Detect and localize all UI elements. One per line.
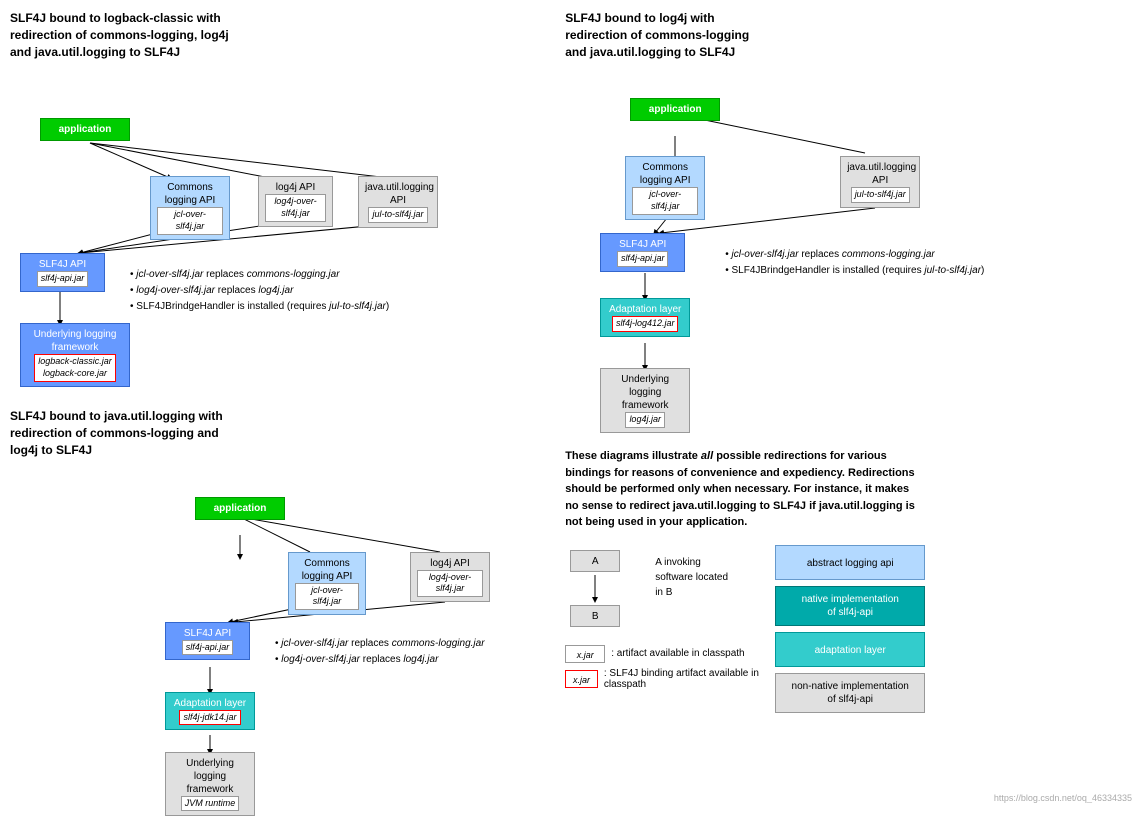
diagram3-section: SLF4J bound to java.util.logging withred… — [10, 408, 550, 766]
d2-application: application — [630, 98, 720, 121]
d3-adaptation: Adaptation layerslf4j-jdk14.jar — [165, 692, 255, 731]
d2-underlying: Underlyingloggingframeworklog4j.jar — [600, 368, 690, 433]
d1-logback-jars: logback-classic.jarlogback-core.jar — [34, 354, 116, 381]
jar-red-desc: : SLF4J binding artifact available in cl… — [604, 668, 765, 690]
d3-underlying: UnderlyingloggingframeworkJVM runtime — [165, 752, 255, 816]
d3-jvm-jar: JVM runtime — [181, 796, 240, 812]
d3-slf4j: SLF4J APIslf4j-api.jar — [165, 622, 250, 661]
d1-jcl-jar: jcl-over-slf4j.jar — [157, 207, 223, 234]
invoking-diagram: A B — [565, 545, 645, 635]
d1-log4j-jar: log4j-over-slf4j.jar — [265, 194, 326, 221]
d3-log4j-jar: log4j-over-slf4j.jar — [417, 570, 483, 597]
d3-slf4j-jar: slf4j-api.jar — [182, 640, 234, 656]
left-column: SLF4J bound to logback-classic withredir… — [10, 10, 560, 787]
diagram2-section: SLF4J bound to log4j withredirection of … — [565, 10, 1127, 428]
d3-application: application — [195, 497, 285, 520]
d2-jul: java.util.loggingAPIjul-to-slf4j.jar — [840, 156, 920, 208]
d2-log4j-jar: log4j.jar — [625, 412, 665, 428]
jar-legend: x.jar : artifact available in classpath … — [565, 645, 765, 690]
d1-log4j: log4j APIlog4j-over-slf4j.jar — [258, 176, 333, 226]
invoking-a-box: A — [570, 550, 620, 572]
d1-underlying: Underlying loggingframeworklogback-class… — [20, 323, 130, 386]
d1-jul: java.util.loggingAPIjul-to-slf4j.jar — [358, 176, 438, 228]
d1-slf4j-jar: slf4j-api.jar — [37, 271, 89, 287]
type-legend: abstract logging api native implementati… — [775, 545, 1127, 713]
jar-normal-desc: : artifact available in classpath — [611, 648, 744, 659]
page-container: SLF4J bound to logback-classic withredir… — [0, 0, 1137, 797]
d2-adaptation: Adaptation layerslf4j-log412.jar — [600, 298, 690, 337]
d2-slf4j-jar: slf4j-api.jar — [617, 251, 669, 267]
d1-bullets: jcl-over-slf4j.jar replaces commons-logg… — [130, 263, 440, 315]
d3-commons: Commonslogging APIjcl-over-slf4j.jar — [288, 552, 366, 615]
watermark: https://blog.csdn.net/oq_46334335 — [994, 793, 1132, 803]
legend-native: native implementationof slf4j-api — [775, 586, 925, 626]
jar-normal-box: x.jar — [565, 645, 605, 663]
legend-nonnative: non-native implementationof slf4j-api — [775, 673, 925, 713]
d2-bullets: jcl-over-slf4j.jar replaces commons-logg… — [725, 243, 1025, 279]
invoking-desc: A invokingsoftware locatedin B — [655, 545, 728, 600]
right-column: SLF4J bound to log4j withredirection of … — [560, 10, 1127, 787]
diagram2-title: SLF4J bound to log4j withredirection of … — [565, 10, 1127, 60]
jar-legend-red: x.jar : SLF4J binding artifact available… — [565, 668, 765, 690]
diagram3-title: SLF4J bound to java.util.logging withred… — [10, 408, 550, 458]
description-section: These diagrams illustrate all possible r… — [565, 448, 925, 531]
d2-slf4j: SLF4J APIslf4j-api.jar — [600, 233, 685, 272]
d1-application: application — [40, 118, 130, 141]
d1-commons: Commonslogging APIjcl-over-slf4j.jar — [150, 176, 230, 239]
legend-adaptation: adaptation layer — [775, 632, 925, 667]
legend-abstract: abstract logging api — [775, 545, 925, 580]
d1-jul-jar: jul-to-slf4j.jar — [368, 207, 427, 223]
jar-red-box: x.jar — [565, 670, 598, 688]
d2-jcl-jar: jcl-over-slf4j.jar — [632, 187, 698, 214]
d2-commons: Commonslogging APIjcl-over-slf4j.jar — [625, 156, 705, 219]
diagram1-title: SLF4J bound to logback-classic withredir… — [10, 10, 550, 60]
d3-bullets: jcl-over-slf4j.jar replaces commons-logg… — [275, 632, 515, 668]
diagram1-section: SLF4J bound to logback-classic withredir… — [10, 10, 550, 388]
bottom-section: A B A invokingsoftware locatedin B x.jar… — [565, 545, 1127, 713]
d1-slf4j: SLF4J APIslf4j-api.jar — [20, 253, 105, 292]
d2-jul-jar: jul-to-slf4j.jar — [851, 187, 910, 203]
invoking-b-box: B — [570, 605, 620, 627]
invoking-and-jar-legend: A B A invokingsoftware locatedin B x.jar… — [565, 545, 765, 713]
d3-jdk14-jar: slf4j-jdk14.jar — [179, 710, 240, 726]
d2-log4j12-jar: slf4j-log412.jar — [612, 316, 679, 332]
d3-log4j: log4j APIlog4j-over-slf4j.jar — [410, 552, 490, 602]
d3-jcl-jar: jcl-over-slf4j.jar — [295, 583, 359, 610]
jar-legend-normal: x.jar : artifact available in classpath — [565, 645, 765, 663]
